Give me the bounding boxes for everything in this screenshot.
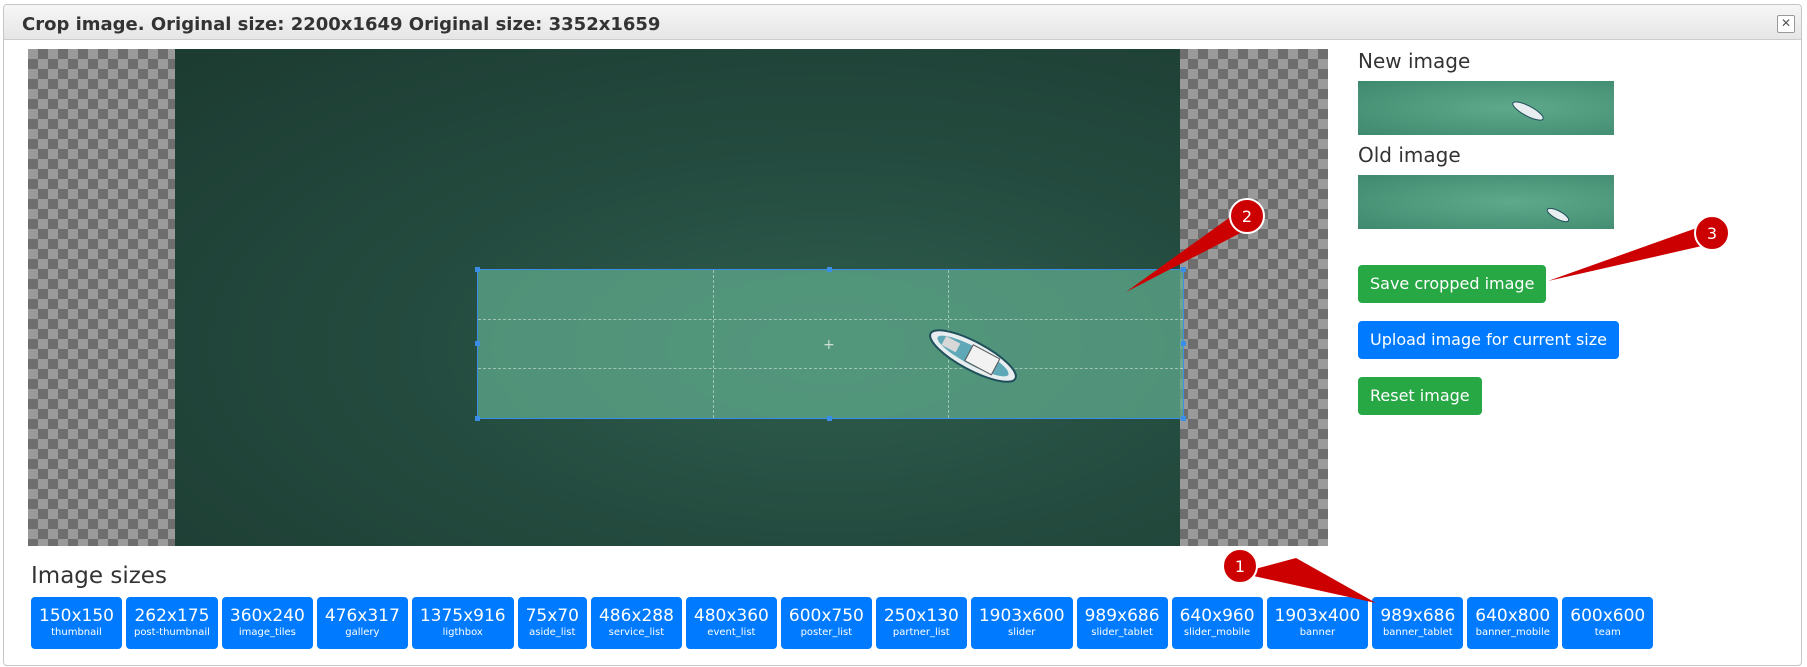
- size-button-post-thumbnail[interactable]: 262x175 post-thumbnail: [125, 597, 218, 649]
- size-name: slider: [1008, 626, 1036, 638]
- new-image-label: New image: [1358, 49, 1471, 73]
- size-name: slider_tablet: [1091, 626, 1153, 638]
- size-dimensions: 1375x916: [419, 605, 506, 626]
- crop-handle-w[interactable]: [475, 341, 480, 346]
- reset-image-button[interactable]: Reset image: [1358, 377, 1482, 415]
- size-dimensions: 262x175: [134, 605, 210, 626]
- size-button-event_list[interactable]: 480x360 event_list: [685, 597, 777, 649]
- size-name: banner_tablet: [1382, 626, 1453, 638]
- image-sizes-list: 150x150 thumbnail 262x175 post-thumbnail 360…: [31, 597, 1654, 649]
- crop-canvas[interactable]: +: [28, 49, 1328, 546]
- size-dimensions: 989x686: [1380, 605, 1456, 626]
- crop-guide-line: [713, 270, 714, 418]
- size-dimensions: 250x130: [883, 605, 959, 626]
- size-dimensions: 989x686: [1084, 605, 1160, 626]
- crop-guide-line: [478, 368, 1183, 369]
- size-name: poster_list: [800, 626, 853, 638]
- size-button-slider_mobile[interactable]: 640x960 slider_mobile: [1171, 597, 1263, 649]
- size-name: post-thumbnail: [133, 626, 210, 638]
- size-dimensions: 1903x400: [1274, 605, 1361, 626]
- size-name: partner_list: [892, 626, 950, 638]
- size-button-service_list[interactable]: 486x288 service_list: [590, 597, 682, 649]
- size-name: aside_list: [529, 626, 576, 638]
- crop-handle-sw[interactable]: [475, 416, 480, 421]
- size-dimensions: 600x750: [788, 605, 864, 626]
- save-cropped-button[interactable]: Save cropped image: [1358, 265, 1547, 303]
- size-name: thumbnail: [51, 626, 102, 638]
- size-button-banner[interactable]: 1903x400 banner: [1266, 597, 1369, 649]
- close-icon[interactable]: ✕: [1777, 15, 1795, 33]
- size-dimensions: 486x288: [598, 605, 674, 626]
- size-dimensions: 360x240: [229, 605, 305, 626]
- crop-handle-se[interactable]: [1181, 416, 1186, 421]
- size-dimensions: 480x360: [693, 605, 769, 626]
- dialog-titlebar[interactable]: Crop image. Original size: 2200x1649 Ori…: [4, 5, 1801, 40]
- size-name: service_list: [608, 626, 665, 638]
- size-dimensions: 75x70: [525, 605, 579, 626]
- size-name: ligthbox: [442, 626, 483, 638]
- size-dimensions: 1903x600: [978, 605, 1065, 626]
- size-button-ligthbox[interactable]: 1375x916 ligthbox: [411, 597, 514, 649]
- dialog-title: Crop image. Original size: 2200x1649 Ori…: [22, 14, 661, 35]
- old-image-label: Old image: [1358, 143, 1461, 167]
- preview-panel: New image Old image Save cropped image U…: [1358, 49, 1758, 429]
- size-button-slider[interactable]: 1903x600 slider: [970, 597, 1073, 649]
- crop-selection-box[interactable]: +: [475, 267, 1186, 421]
- size-name: slider_mobile: [1183, 626, 1251, 638]
- crop-guide-line: [478, 319, 1183, 320]
- size-dimensions: 150x150: [39, 605, 114, 626]
- size-name: team: [1594, 626, 1621, 638]
- size-button-banner_mobile[interactable]: 640x800 banner_mobile: [1467, 597, 1559, 649]
- size-dimensions: 476x317: [324, 605, 400, 626]
- crop-handle-ne[interactable]: [1181, 267, 1186, 272]
- old-image-preview: [1358, 175, 1614, 229]
- size-dimensions: 640x960: [1179, 605, 1255, 626]
- size-button-banner_tablet[interactable]: 989x686 banner_tablet: [1372, 597, 1464, 649]
- size-name: gallery: [345, 626, 380, 638]
- image-sizes-heading: Image sizes: [31, 563, 167, 589]
- crop-handle-n[interactable]: [827, 267, 832, 272]
- size-dimensions: 640x800: [1475, 605, 1551, 626]
- size-button-image_tiles[interactable]: 360x240 image_tiles: [221, 597, 313, 649]
- upload-image-button[interactable]: Upload image for current size: [1358, 321, 1619, 359]
- size-button-aside_list[interactable]: 75x70 aside_list: [517, 597, 587, 649]
- size-button-partner_list[interactable]: 250x130 partner_list: [875, 597, 967, 649]
- size-name: banner_mobile: [1475, 626, 1550, 638]
- size-button-slider_tablet[interactable]: 989x686 slider_tablet: [1076, 597, 1168, 649]
- size-dimensions: 600x600: [1570, 605, 1646, 626]
- size-name: image_tiles: [238, 626, 296, 638]
- size-button-team[interactable]: 600x600 team: [1562, 597, 1654, 649]
- crop-handle-nw[interactable]: [475, 267, 480, 272]
- boat-image: [929, 329, 1017, 383]
- size-name: event_list: [707, 626, 756, 638]
- crop-handle-e[interactable]: [1181, 341, 1186, 346]
- new-image-preview: [1358, 81, 1614, 135]
- crop-center-icon: +: [823, 337, 835, 353]
- size-button-gallery[interactable]: 476x317 gallery: [316, 597, 408, 649]
- crop-handle-s[interactable]: [827, 416, 832, 421]
- size-name: banner: [1299, 626, 1336, 638]
- size-button-poster_list[interactable]: 600x750 poster_list: [780, 597, 872, 649]
- size-button-thumbnail[interactable]: 150x150 thumbnail: [31, 597, 122, 649]
